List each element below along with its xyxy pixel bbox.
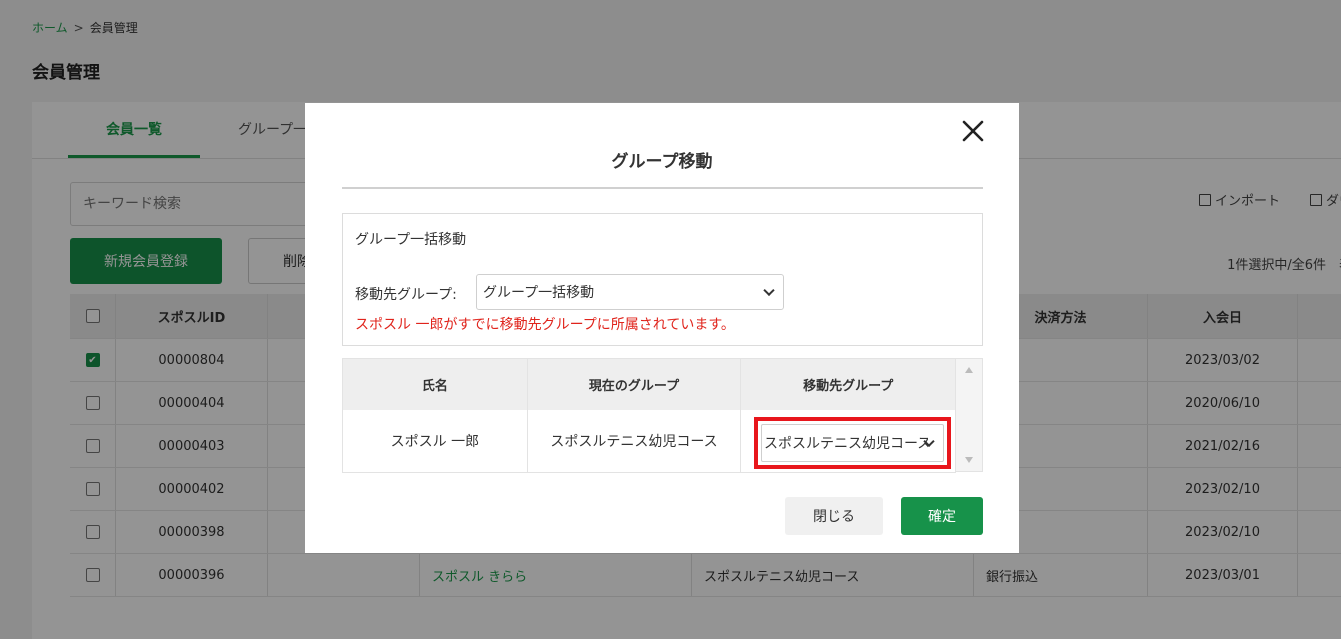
header-dest-group: 移動先グループ [803, 379, 894, 394]
bulk-dest-group-select[interactable]: グループ一括移動 [476, 274, 784, 310]
header-member-name: 氏名 [343, 359, 528, 410]
table-scrollbar[interactable] [956, 358, 983, 472]
row-member-name: スポスル 一郎 [343, 410, 528, 472]
error-message: スポスル 一郎がすでに移動先グループに所属されています。 [355, 317, 735, 333]
confirm-button[interactable]: 確定 [901, 497, 983, 535]
highlight-box: スポスルテニス幼児コース [754, 417, 951, 469]
scroll-down-icon[interactable] [965, 457, 973, 463]
bulk-move-section: グループ一括移動 移動先グループ: グループ一括移動 スポスル 一郎がすでに移動… [342, 213, 983, 346]
group-move-modal: グループ移動 グループ一括移動 移動先グループ: グループ一括移動 スポスル 一… [305, 103, 1019, 553]
close-icon[interactable] [961, 119, 985, 143]
scroll-up-icon[interactable] [965, 367, 973, 373]
header-current-group: 現在のグループ [528, 359, 742, 410]
row-dest-select-value: スポスルテニス幼児コース [764, 436, 928, 452]
bulk-select-value: グループ一括移動 [483, 285, 595, 301]
close-button[interactable]: 閉じる [785, 497, 883, 535]
row-current-group: スポスルテニス幼児コース [528, 410, 742, 472]
title-divider [342, 187, 983, 189]
dest-group-label: 移動先グループ: [355, 287, 457, 303]
bulk-move-heading: グループ一括移動 [355, 232, 467, 248]
row-dest-group-select[interactable]: スポスルテニス幼児コース [761, 424, 944, 462]
chevron-down-icon [763, 284, 775, 297]
move-table-header: 氏名 現在のグループ 移動先グループ [343, 359, 955, 410]
modal-title: グループ移動 [611, 152, 713, 172]
